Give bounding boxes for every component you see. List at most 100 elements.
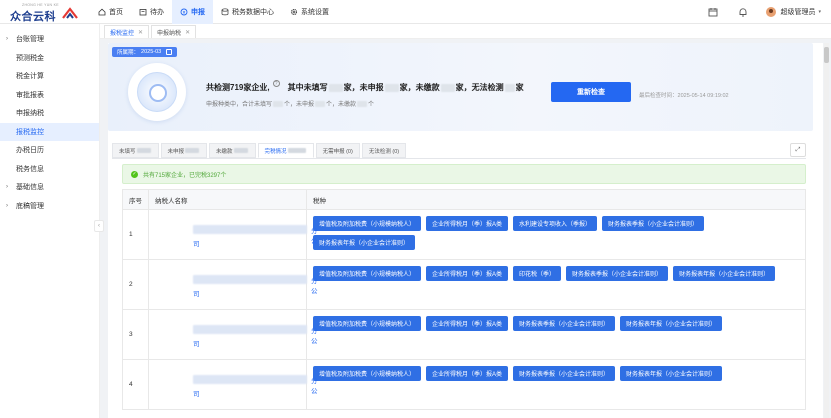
taxpayer-name-link[interactable]: 司 [193, 338, 200, 348]
nav-item-label: 首页 [109, 9, 123, 16]
sidebar-item-2[interactable]: 税金计算 [0, 67, 99, 86]
nav-item-3[interactable]: 税务数据中心 [213, 0, 282, 24]
avatar [766, 7, 777, 17]
period-value: 2025-03 [141, 49, 162, 55]
tax-type-button[interactable]: 企业所得税月（季）报A类 [426, 266, 509, 281]
redacted-taxpayer-name [193, 275, 307, 284]
sidebar-item-3[interactable]: 审批报表 [0, 86, 99, 105]
tax-type-button[interactable]: 增值税及附加税费（小规模纳税人） [313, 316, 422, 331]
taxpayer-name-link[interactable]: 分公 [311, 275, 318, 295]
tax-type-button[interactable]: 水利建设专项收入（季报） [513, 216, 598, 231]
tax-type-button[interactable]: 增值税及附加税费（小规模纳税人） [313, 366, 422, 381]
sidebar-item-7[interactable]: 税务信息 [0, 160, 99, 179]
sidebar-item-6[interactable]: 办税日历 [0, 141, 99, 160]
sidebar-item-9[interactable]: › 底稿管理 [0, 197, 99, 216]
filter-tab-2[interactable]: 未缴款 [209, 143, 256, 158]
tax-type-button[interactable]: 企业所得税月（季）报A类 [426, 316, 509, 331]
redacted-taxpayer-name [193, 325, 307, 334]
scrollbar-thumb[interactable] [824, 47, 829, 63]
filter-tab-3[interactable]: 完税情况 [257, 143, 314, 158]
summary-headline: 共检测719家企业, ? 其中未填写 家，未申报 家，未缴款 家，无法检测 家 [206, 80, 524, 93]
filter-tabs-divider [112, 158, 806, 159]
taxpayer-name-link[interactable]: 司 [193, 388, 200, 398]
taxpayer-name-link[interactable]: 司 [193, 288, 200, 298]
summary-banner: 所属期： 2025-03 共检测719家企业, ? 其中未填写 家，未申报 家，… [108, 43, 813, 131]
check-circle-icon: ✓ [131, 170, 138, 178]
gauge-ring [137, 72, 177, 112]
filter-tab-5[interactable]: 无法检测 (0) [361, 143, 407, 158]
table-row: 3 分公司增值税及附加税费（小规模纳税人） 企业所得税月（季）报A类 财务报表季报（小… [123, 310, 805, 360]
bell-icon[interactable] [738, 7, 748, 17]
chevron-down-icon: ▾ [818, 9, 821, 15]
redacted-count [357, 100, 368, 107]
redacted-count [384, 83, 399, 92]
nav-item-label: 申报 [191, 9, 205, 16]
success-alert: ✓ 共有715家企业，已完税3297个 [122, 164, 806, 184]
tax-type-button[interactable]: 财务报表年报（小企业会计准则） [620, 316, 723, 331]
calendar-icon[interactable] [708, 7, 718, 17]
sidebar-collapse-button[interactable]: ‹ [94, 220, 104, 232]
sidebar-item-4[interactable]: 申报纳税 [0, 104, 99, 123]
page-scrollbar[interactable] [824, 43, 829, 418]
taxpayer-cell[interactable]: 分公司 [149, 210, 318, 259]
chevron-right-icon: › [6, 184, 8, 191]
tax-type-button[interactable]: 增值税及附加税费（小规模纳税人） [313, 216, 422, 231]
sidebar-item-label: 办税日历 [16, 147, 44, 155]
period-picker[interactable]: 所属期： 2025-03 [112, 47, 178, 57]
todo-icon [139, 8, 147, 16]
taxpayer-cell[interactable]: 分公司 [149, 360, 318, 409]
taxpayer-name-link[interactable]: 分公 [311, 225, 318, 245]
taxpayer-name-link[interactable]: 分公 [311, 325, 318, 345]
tax-type-button[interactable]: 财务报表季报（小企业会计准则） [513, 366, 616, 381]
tax-type-button[interactable]: 财务报表季报（小企业会计准则） [513, 316, 616, 331]
filter-tab-label: 无需申报 (0) [322, 148, 353, 155]
brand-logo[interactable]: ZHONG HE YUN KE 众合云科 [8, 3, 78, 23]
tax-type-button[interactable]: 增值税及附加税费（小规模纳税人） [313, 266, 422, 281]
nav-item-1[interactable]: 待办 [131, 0, 172, 24]
tax-type-button[interactable]: 企业所得税月（季）报A类 [426, 366, 509, 381]
tax-type-button[interactable]: 财务报表年报（小企业会计准则） [673, 266, 776, 281]
taxpayer-cell[interactable]: 分公司 [149, 310, 318, 359]
tax-type-button[interactable]: 印花税（季） [513, 266, 562, 281]
page-tab-monitor[interactable]: 报税监控 ✕ [104, 25, 150, 38]
taxpayer-name-link[interactable]: 司 [193, 238, 200, 248]
sidebar-item-5[interactable]: 报税监控 [0, 122, 99, 141]
subline-undeclared: 个，未申报 [284, 102, 315, 108]
close-icon[interactable]: ✕ [185, 29, 190, 36]
period-label: 所属期： [117, 50, 140, 56]
page-tab-declare[interactable]: 申报纳税 ✕ [151, 25, 197, 38]
nav-item-2[interactable]: 申报 [172, 0, 213, 24]
user-menu[interactable]: 超级管理员 ▾ [766, 7, 821, 17]
recheck-button[interactable]: 重新检查 [551, 82, 631, 102]
filter-tab-label: 未填写 [119, 148, 136, 155]
sidebar-item-1[interactable]: 预测税金 [0, 49, 99, 68]
tax-type-button[interactable]: 财务报表季报（小企业会计准则） [602, 216, 705, 231]
brand-mark-icon [62, 7, 78, 19]
summary-subline: 申报种类中，合计未填写 个，未申报 个，未缴款 个 [206, 99, 374, 108]
nav-item-4[interactable]: 系统设置 [282, 0, 337, 24]
tax-type-button[interactable]: 财务报表年报（小企业会计准则） [313, 235, 416, 250]
row-number: 1 [123, 210, 149, 259]
tax-type-button[interactable]: 企业所得税月（季）报A类 [426, 216, 509, 231]
table-row: 2 分公司增值税及附加税费（小规模纳税人） 企业所得税月（季）报A类 印花税（季） 财务… [123, 260, 805, 310]
headline-undeclared: 家，未申报 [343, 83, 384, 92]
tax-type-button[interactable]: 财务报表年报（小企业会计准则） [620, 366, 723, 381]
filter-tab-1[interactable]: 未申报 [160, 143, 208, 158]
fullscreen-button[interactable]: ⤢ [790, 143, 806, 157]
sidebar-item-0[interactable]: › 台账管理 [0, 30, 99, 49]
filter-tab-4[interactable]: 无需申报 (0) [315, 143, 360, 158]
help-icon[interactable]: ? [272, 80, 280, 87]
taxpayer-name-link[interactable]: 分公 [311, 375, 318, 395]
last-check-time: 最后检查时间：2025-05-14 09:19:02 [639, 91, 729, 99]
sidebar-item-8[interactable]: › 基础信息 [0, 178, 99, 197]
tax-type-button[interactable]: 财务报表季报（小企业会计准则） [566, 266, 669, 281]
sidebar-item-label: 税务信息 [16, 165, 44, 173]
sidebar-item-label: 申报纳税 [16, 110, 44, 118]
redacted-count [440, 83, 455, 92]
close-icon[interactable]: ✕ [138, 29, 143, 36]
taxpayer-cell[interactable]: 分公司 [149, 260, 318, 309]
header-tax-type: 税种 [313, 197, 326, 205]
main-content: 所属期： 2025-03 共检测719家企业, ? 其中未填写 家，未申报 家，… [108, 43, 823, 418]
nav-item-0[interactable]: 首页 [90, 0, 131, 24]
filter-tab-0[interactable]: 未填写 [112, 143, 159, 158]
